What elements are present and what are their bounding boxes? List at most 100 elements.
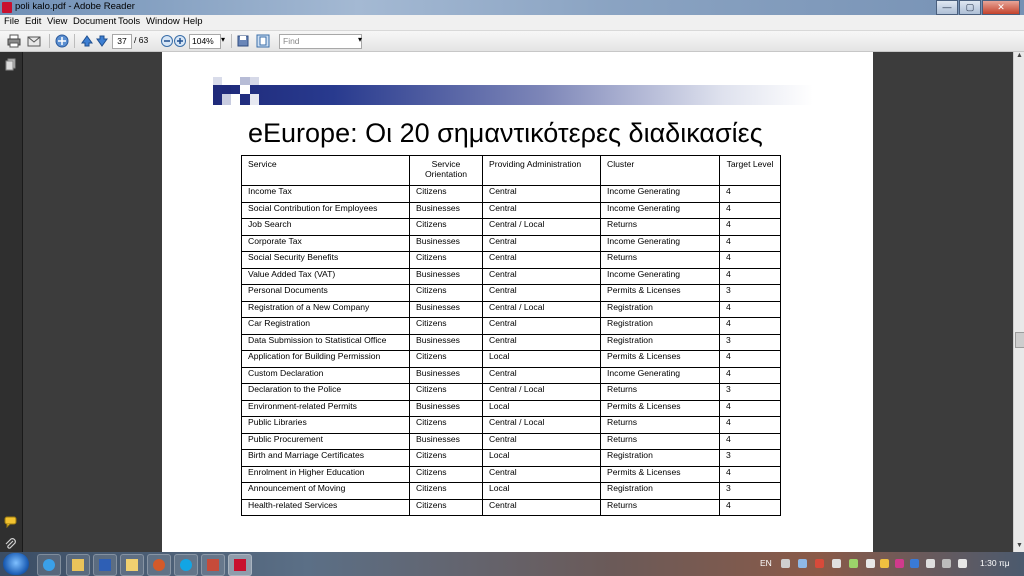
cell-administration: Central <box>482 267 601 285</box>
scroll-down-icon[interactable]: ▼ <box>1014 542 1024 552</box>
cell-service: Income Tax <box>241 185 410 203</box>
menu-window[interactable]: Window <box>146 16 180 27</box>
find-input[interactable]: Find <box>279 34 362 49</box>
cell-administration: Central / Local <box>482 218 601 236</box>
cell-orientation: Businesses <box>409 432 483 450</box>
tray-icon[interactable] <box>849 559 858 568</box>
menu-file[interactable]: File <box>4 16 19 27</box>
tray-icon[interactable] <box>895 559 904 568</box>
cell-cluster: Registration <box>600 300 720 318</box>
volume-icon[interactable] <box>958 559 967 568</box>
menu-tools[interactable]: Tools <box>118 16 140 27</box>
taskbar-ie-button[interactable] <box>37 554 61 576</box>
comments-icon[interactable] <box>4 516 17 528</box>
zoom-in-icon[interactable] <box>173 34 187 48</box>
cell-service: Social Security Benefits <box>241 251 410 269</box>
prev-page-icon[interactable] <box>80 34 94 48</box>
cell-service: Public Procurement <box>241 432 410 450</box>
cell-target-level: 4 <box>719 498 781 516</box>
header-target-level: Target Level <box>719 155 781 186</box>
cell-administration: Central / Local <box>482 383 601 401</box>
cell-administration: Central <box>482 185 601 203</box>
cell-administration: Central <box>482 251 601 269</box>
cell-administration: Local <box>482 399 601 417</box>
header-administration: Providing Administration <box>482 155 601 186</box>
cell-cluster: Returns <box>600 498 720 516</box>
tray-icon[interactable] <box>832 559 841 568</box>
cell-service: Corporate Tax <box>241 234 410 252</box>
find-dropdown-icon[interactable]: ▾ <box>358 35 362 44</box>
window-title: poli kalo.pdf - Adobe Reader <box>15 1 135 12</box>
language-indicator[interactable]: EN <box>760 558 772 568</box>
cell-service: Custom Declaration <box>241 366 410 384</box>
next-page-icon[interactable] <box>95 34 109 48</box>
header-cluster: Cluster <box>600 155 720 186</box>
attachments-icon[interactable] <box>4 538 17 551</box>
menu-view[interactable]: View <box>47 16 67 27</box>
zoom-out-icon[interactable] <box>160 34 174 48</box>
scroll-up-icon[interactable]: ▲ <box>1014 52 1024 62</box>
taskbar-adobe-reader-button[interactable] <box>228 554 252 576</box>
cell-service: Enrolment in Higher Education <box>241 465 410 483</box>
table-header-row: Service Service Orientation Providing Ad… <box>241 155 781 186</box>
cell-cluster: Permits & Licenses <box>600 399 720 417</box>
menu-help[interactable]: Help <box>183 16 203 27</box>
maximize-button[interactable]: ▢ <box>959 0 981 15</box>
pages-panel-icon[interactable] <box>5 58 17 71</box>
cell-cluster: Registration <box>600 317 720 335</box>
tray-icon[interactable] <box>866 559 875 568</box>
cell-target-level: 4 <box>719 234 781 252</box>
cell-cluster: Permits & Licenses <box>600 350 720 368</box>
table-row: Registration of a New Company Businesses C… <box>241 300 781 318</box>
vertical-scrollbar[interactable]: ▲ ▼ <box>1013 52 1024 552</box>
zoom-dropdown-icon[interactable]: ▾ <box>221 35 225 44</box>
table-row: Health-related Services Citizens Central Re… <box>241 498 781 516</box>
cell-cluster: Registration <box>600 482 720 500</box>
cell-target-level: 4 <box>719 267 781 285</box>
cell-service: Job Search <box>241 218 410 236</box>
table-row: Data Submission to Statistical Office Bus… <box>241 333 781 351</box>
minimize-button[interactable]: — <box>936 0 958 15</box>
table-row: Enrolment in Higher Education Citizens Cen… <box>241 465 781 483</box>
save-icon[interactable] <box>236 34 250 48</box>
tray-icon[interactable] <box>781 559 790 568</box>
menu-document[interactable]: Document <box>73 16 116 27</box>
taskbar-word-button[interactable] <box>93 554 117 576</box>
scroll-thumb[interactable] <box>1015 332 1024 348</box>
cell-administration: Local <box>482 350 601 368</box>
cell-administration: Central <box>482 234 601 252</box>
cell-target-level: 4 <box>719 218 781 236</box>
cell-administration: Central / Local <box>482 416 601 434</box>
app-icon <box>2 2 12 13</box>
fit-page-icon[interactable] <box>256 34 270 48</box>
cell-orientation: Citizens <box>409 251 483 269</box>
cell-orientation: Citizens <box>409 185 483 203</box>
clock[interactable]: 1:30 πμ <box>980 558 1010 568</box>
tray-icon[interactable] <box>815 559 824 568</box>
taskbar-folder-button[interactable] <box>66 554 90 576</box>
start-icon[interactable] <box>3 553 29 575</box>
taskbar-app-button[interactable] <box>201 554 225 576</box>
title-bar: poli kalo.pdf - Adobe Reader — ▢ ✕ <box>0 0 1024 15</box>
email-icon[interactable] <box>27 34 41 48</box>
collaborate-icon[interactable] <box>55 34 69 48</box>
cell-target-level: 3 <box>719 482 781 500</box>
tray-icon[interactable] <box>798 559 807 568</box>
tray-icon[interactable] <box>926 559 935 568</box>
table-row: Social Security Benefits Citizens Central R… <box>241 251 781 269</box>
taskbar-explorer-button[interactable] <box>120 554 144 576</box>
tray-icon[interactable] <box>880 559 889 568</box>
print-icon[interactable] <box>7 34 21 48</box>
cell-target-level: 4 <box>719 465 781 483</box>
taskbar-skype-button[interactable] <box>174 554 198 576</box>
menu-edit[interactable]: Edit <box>25 16 41 27</box>
page-number-input[interactable]: 37 <box>112 34 132 49</box>
zoom-input[interactable]: 104% <box>189 34 221 49</box>
bluetooth-icon[interactable] <box>910 559 919 568</box>
network-icon[interactable] <box>942 559 951 568</box>
toolbar: 37 / 63 104% ▾ Find ▾ <box>0 31 1024 52</box>
taskbar-media-button[interactable] <box>147 554 171 576</box>
cell-orientation: Citizens <box>409 416 483 434</box>
cell-service: Registration of a New Company <box>241 300 410 318</box>
close-button[interactable]: ✕ <box>982 0 1020 15</box>
